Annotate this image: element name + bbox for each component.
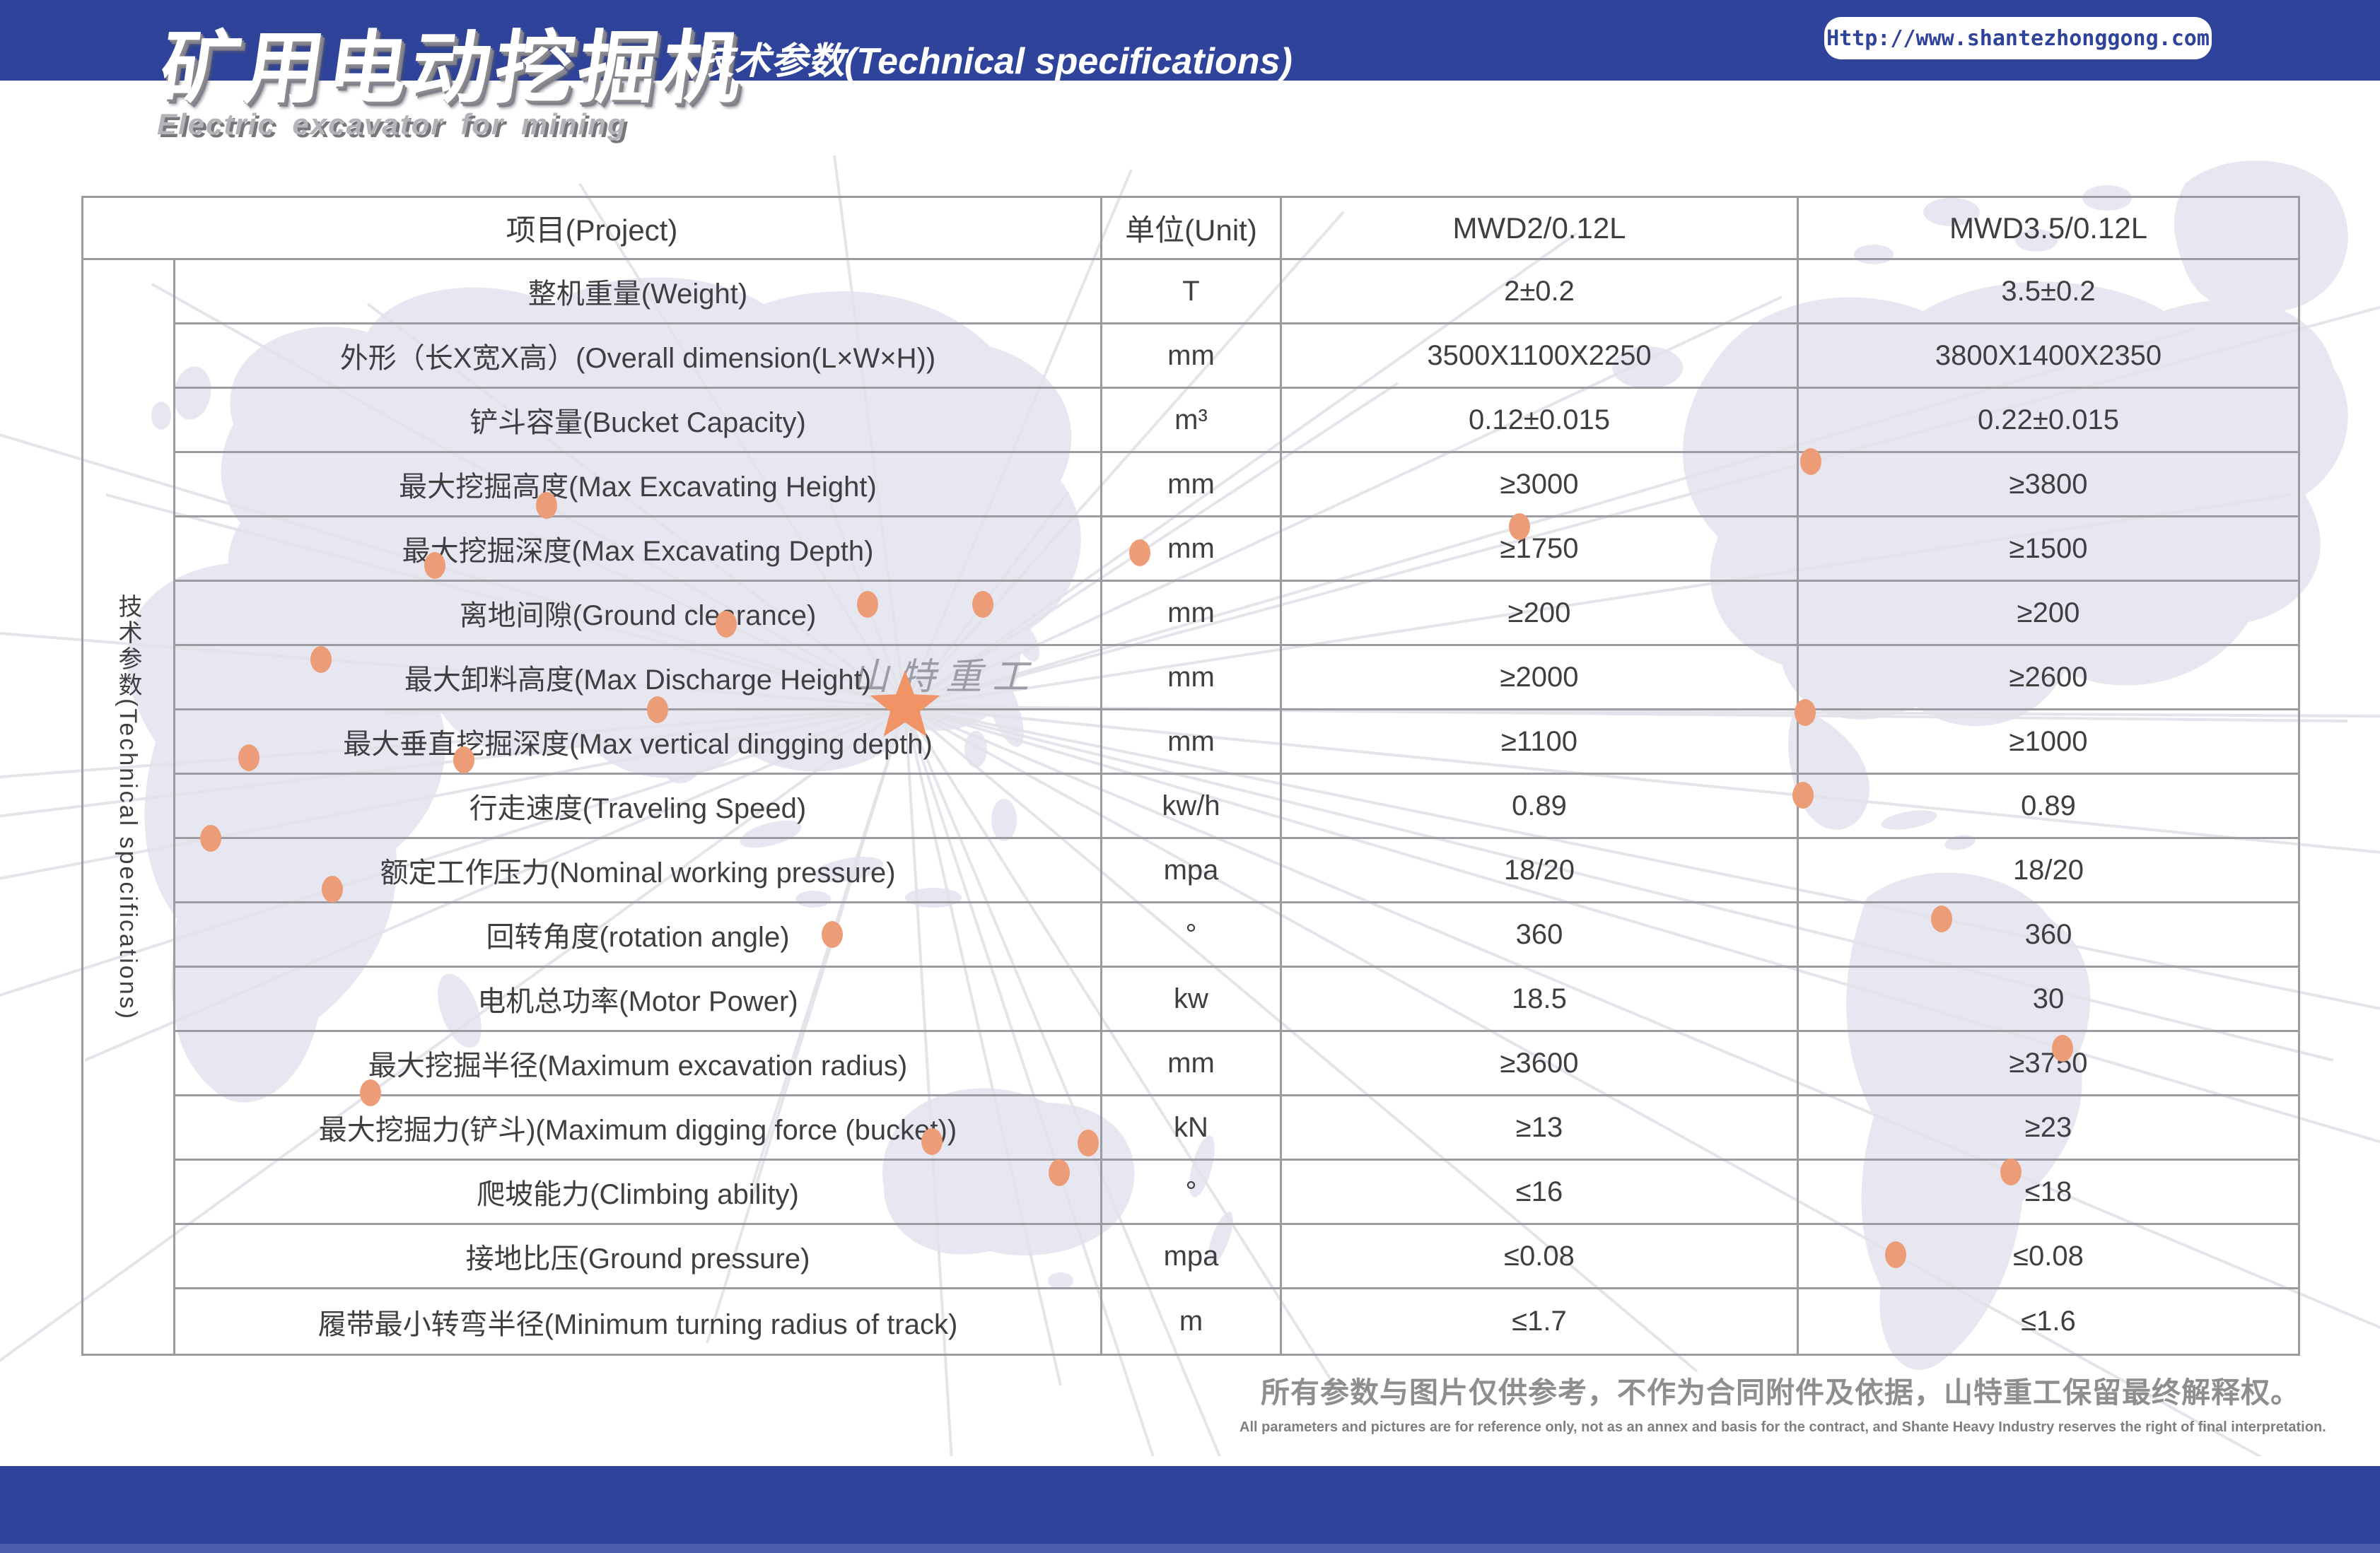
value-mwd2: ≤0.08 (1282, 1225, 1799, 1289)
value-mwd3_5: 3800X1400X2350 (1799, 324, 2298, 389)
footer-bar (0, 1466, 2380, 1553)
spec-unit: mm (1102, 646, 1282, 710)
footer-accent-strip (0, 1544, 2380, 1553)
value-mwd3_5: 0.22±0.015 (1799, 389, 2298, 453)
disclaimer-english: All parameters and pictures are for refe… (1239, 1419, 2326, 1435)
spec-unit: ° (1102, 1161, 1282, 1225)
spec-table: 项目(Project) 单位(Unit) MWD2/0.12L MWD3.5/0… (81, 196, 2300, 1356)
spec-name: 整机重量(Weight) (175, 260, 1102, 324)
column-header-project: 项目(Project) (83, 198, 1102, 260)
spec-unit: mm (1102, 1032, 1282, 1096)
value-mwd3_5: ≥200 (1799, 582, 2298, 646)
spec-unit: kw (1102, 968, 1282, 1032)
website-url: Http://www.shantezhonggong.com (1826, 25, 2210, 51)
spec-unit: T (1102, 260, 1282, 324)
spec-unit: mpa (1102, 839, 1282, 903)
value-mwd2: 360 (1282, 903, 1799, 968)
spec-name: 额定工作压力(Nominal working pressure) (175, 839, 1102, 903)
column-header-unit: 单位(Unit) (1102, 198, 1282, 260)
spec-unit: m (1102, 1289, 1282, 1354)
value-mwd2: ≥2000 (1282, 646, 1799, 710)
value-mwd3_5: ≥3800 (1799, 453, 2298, 517)
value-mwd3_5: ≥1500 (1799, 517, 2298, 582)
value-mwd2: 18/20 (1282, 839, 1799, 903)
spec-name: 最大挖掘高度(Max Excavating Height) (175, 453, 1102, 517)
spec-name: 电机总功率(Motor Power) (175, 968, 1102, 1032)
spec-name: 接地比压(Ground pressure) (175, 1225, 1102, 1289)
spec-name: 爬坡能力(Climbing ability) (175, 1161, 1102, 1225)
disclaimer-chinese: 所有参数与图片仅供参考，不作为合同附件及依据，山特重工保留最终解释权。 (1261, 1376, 2300, 1409)
side-label-technical-specifications: 技术参数(Technical specifications) (83, 260, 175, 1354)
value-mwd3_5: ≥3750 (1799, 1032, 2298, 1096)
spec-unit: mpa (1102, 1225, 1282, 1289)
value-mwd3_5: ≤1.6 (2021, 1306, 2076, 1337)
spec-unit: kw/h (1102, 775, 1282, 839)
spec-name: 最大挖掘力(铲斗)(Maximum digging force (bucket)… (175, 1096, 1102, 1161)
column-header-model-mwd3_5: MWD3.5/0.12L (1799, 198, 2298, 260)
spec-name: 最大垂直挖掘深度(Max vertical dingging depth) (175, 710, 1102, 775)
spec-name: 回转角度(rotation angle) (175, 903, 1102, 968)
value-mwd2: 2±0.2 (1282, 260, 1799, 324)
value-mwd2: 0.12±0.015 (1282, 389, 1799, 453)
value-mwd2: 3500X1100X2250 (1282, 324, 1799, 389)
value-mwd3_5: ≥1000 (1799, 710, 2298, 775)
value-mwd3_5: 3.5±0.2 (1799, 260, 2298, 324)
value-mwd3_5: 18/20 (1799, 839, 2298, 903)
value-mwd3_5: ≤18 (1799, 1161, 2298, 1225)
spec-unit: mm (1102, 582, 1282, 646)
value-mwd3_5: 0.89 (1799, 775, 2298, 839)
spec-unit: ° (1102, 903, 1282, 968)
website-link[interactable]: Http://www.shantezhonggong.com (1824, 17, 2212, 59)
value-mwd2: ≥13 (1282, 1096, 1799, 1161)
value-mwd3_5: ≥23 (1799, 1096, 2298, 1161)
value-mwd2: ≥3000 (1282, 453, 1799, 517)
spec-unit: kN (1102, 1096, 1282, 1161)
spec-name: 离地间隙(Ground clearance) (175, 582, 1102, 646)
spec-name: 铲斗容量(Bucket Capacity) (175, 389, 1102, 453)
logo-chinese: 矿用电动挖掘机 (155, 24, 752, 112)
spec-unit: mm (1102, 710, 1282, 775)
column-header-model-mwd2: MWD2/0.12L (1282, 198, 1799, 260)
spec-unit: mm (1102, 324, 1282, 389)
value-mwd3_5: ≤0.08 (1799, 1225, 2298, 1289)
spec-unit: mm (1102, 517, 1282, 582)
spec-name: 外形（长X宽X高）(Overall dimension(L×W×H)) (175, 324, 1102, 389)
value-mwd3_5: 30 (1799, 968, 2298, 1032)
spec-name: 履带最小转弯半径(Minimum turning radius of track… (175, 1289, 1102, 1354)
logo-english: Electric excavator for mining (157, 107, 627, 141)
value-mwd2: ≥1100 (1282, 710, 1799, 775)
value-mwd3_5: 360 (1799, 903, 2298, 968)
value-mwd2: ≤16 (1282, 1161, 1799, 1225)
spec-unit: m³ (1102, 389, 1282, 453)
spec-name: 最大挖掘半径(Maximum excavation radius) (175, 1032, 1102, 1096)
spec-name: 行走速度(Traveling Speed) (175, 775, 1102, 839)
value-mwd2: ≥200 (1282, 582, 1799, 646)
value-mwd2: ≥1750 (1282, 517, 1799, 582)
spec-name: 最大挖掘深度(Max Excavating Depth) (175, 517, 1102, 582)
page-title: 技术参数(Technical specifications) (697, 41, 1293, 82)
value-mwd3_5: ≥2600 (1799, 646, 2298, 710)
value-mwd2: ≤1.7 (1282, 1289, 1799, 1354)
value-mwd2: 0.89 (1282, 775, 1799, 839)
value-mwd2: 18.5 (1282, 968, 1799, 1032)
spec-unit: mm (1102, 453, 1282, 517)
spec-name: 最大卸料高度(Max Discharge Height) (175, 646, 1102, 710)
disclaimer: 所有参数与图片仅供参考，不作为合同附件及依据，山特重工保留最终解释权。 All … (1239, 1369, 2326, 1436)
value-mwd2: ≥3600 (1282, 1032, 1799, 1096)
